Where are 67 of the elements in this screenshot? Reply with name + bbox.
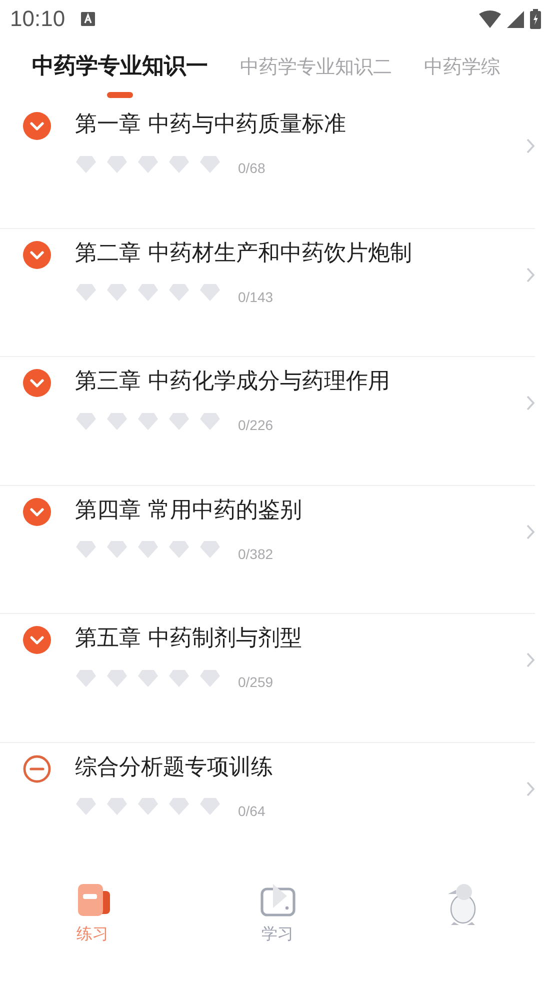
question-count: 0/259 [238, 674, 274, 690]
question-count: 0/226 [238, 417, 274, 433]
diamond-icon [168, 540, 190, 559]
diamond-icon [106, 797, 128, 816]
diamond-icon [106, 283, 128, 302]
chevron-right-icon[interactable] [526, 395, 535, 411]
chapter-title: 第三章 中药化学成分与药理作用 [75, 368, 391, 396]
video-player-icon [260, 882, 296, 918]
diamond-icon [137, 540, 159, 559]
diamond-icon [168, 668, 190, 688]
chapter-title: 第二章 中药材生产和中药饮片炮制 [75, 240, 413, 268]
diamond-icon [75, 797, 97, 816]
chevron-right-icon[interactable] [526, 138, 535, 154]
signal-icon [507, 10, 524, 28]
question-count: 0/64 [238, 802, 266, 818]
diamond-icon [106, 540, 128, 559]
chapter-title: 第五章 中药制剂与剂型 [75, 625, 303, 653]
diamond-icon [75, 412, 97, 430]
diamond-icon [168, 412, 190, 430]
diamond-icon [75, 668, 97, 688]
diamond-icon [137, 154, 159, 174]
diamond-icon [75, 540, 97, 559]
diamond-icon [168, 797, 190, 816]
nav-tab[interactable]: 学习 [185, 870, 370, 952]
chapter-title: 第四章 常用中药的鉴别 [75, 496, 303, 524]
status-time: 10:10 [10, 6, 66, 32]
subject-tab[interactable]: 中药学专业知识二 [240, 38, 392, 80]
diamond-icon [75, 283, 97, 302]
expand-icon[interactable] [23, 369, 51, 397]
expand-icon[interactable] [23, 112, 51, 140]
chevron-right-icon[interactable] [526, 652, 535, 668]
diamond-icon [199, 412, 221, 430]
diamond-icon [137, 283, 159, 302]
subject-tab[interactable]: 中药学专业知识一 [32, 38, 208, 98]
diamond-icon [106, 668, 128, 688]
diamond-icon [168, 154, 190, 174]
question-count: 0/143 [238, 288, 274, 304]
diamond-icon [199, 283, 221, 302]
tab-indicator [107, 92, 133, 98]
diamond-icon [106, 154, 128, 174]
diamond-icon [106, 412, 128, 430]
diamond-icon [199, 668, 221, 688]
collapse-icon[interactable] [23, 754, 51, 782]
chapter-title: 综合分析题专项训练 [75, 754, 274, 782]
diamond-icon [75, 154, 97, 174]
chapter-title: 第一章 中药与中药质量标准 [75, 111, 347, 139]
chevron-right-icon[interactable] [526, 266, 535, 282]
diamond-icon [137, 412, 159, 430]
diamond-icon [168, 283, 190, 302]
diamond-icon [137, 797, 159, 816]
battery-icon [530, 9, 541, 29]
diamond-icon [199, 154, 221, 174]
question-count: 0/68 [238, 160, 266, 176]
chevron-right-icon[interactable] [526, 524, 535, 540]
subject-tab[interactable]: 中药学综 [424, 38, 500, 80]
wifi-icon [479, 10, 501, 28]
nav-tab[interactable]: 练习 [0, 870, 185, 952]
expand-icon[interactable] [23, 498, 51, 526]
notebook-icon [76, 882, 110, 918]
chevron-right-icon[interactable] [526, 780, 535, 796]
diamond-icon [199, 797, 221, 816]
question-count: 0/382 [238, 546, 274, 562]
expand-icon[interactable] [23, 626, 51, 654]
expand-icon[interactable] [23, 240, 51, 268]
diamond-icon [199, 540, 221, 559]
diamond-icon [137, 668, 159, 688]
keyboard-indicator-icon [81, 12, 96, 26]
